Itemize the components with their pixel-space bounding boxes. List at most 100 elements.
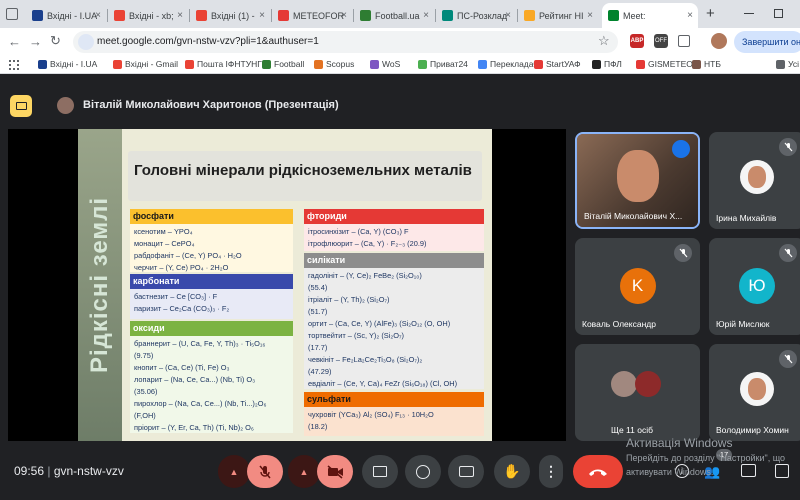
tab-search-icon[interactable] <box>6 8 18 20</box>
chevron-up-icon: ▲ <box>299 466 309 477</box>
iua-icon <box>32 10 43 21</box>
close-tab-icon[interactable]: × <box>687 10 693 21</box>
url-text[interactable]: meet.google.com/gvn-nstw-vzv?pli=1&authu… <box>97 36 319 47</box>
tab-6[interactable]: ПС-Розклад × <box>436 3 516 28</box>
camera-off-button[interactable] <box>317 455 353 488</box>
bookmark-item[interactable]: Scopus <box>314 59 354 69</box>
hand-icon: ✋ <box>503 463 521 479</box>
bookmark-item[interactable]: Football <box>262 59 304 69</box>
bookmark-item[interactable]: WoS <box>370 59 400 69</box>
camera-options-button[interactable]: ▲ <box>288 455 320 488</box>
mineral-line: чевкініт – Fe₂La₂Ce₂Ti₃O₈ (Si₂O₇)₂ <box>308 355 423 364</box>
bookmark-favicon-icon <box>185 59 194 69</box>
forward-arrow-icon[interactable]: → <box>29 34 42 49</box>
close-tab-icon[interactable]: × <box>341 10 347 21</box>
bookmark-item[interactable]: StartУАФ <box>534 59 581 69</box>
tab-label: ПС-Розклад <box>457 10 508 21</box>
mineral-section-header: карбонати <box>130 274 293 289</box>
close-tab-icon[interactable]: × <box>423 10 429 21</box>
leave-call-button[interactable] <box>573 455 623 488</box>
bookmark-star-icon[interactable]: ☆ <box>598 33 610 49</box>
close-tab-icon[interactable]: × <box>177 10 183 21</box>
bookmark-item[interactable]: НТБ <box>692 59 721 69</box>
muted-mic-icon <box>779 138 797 156</box>
tab-3[interactable]: Вхідні (1) - × <box>190 3 270 28</box>
participant-tile[interactable]: Володимир Хомин <box>709 344 800 441</box>
tab-strip: Вхідні - I.UA × Вхідні - xb; × Вхідні (1) - ×… <box>0 0 800 28</box>
tab-4[interactable]: METEOFOR × <box>272 3 352 28</box>
captions-button[interactable] <box>448 455 484 488</box>
mineral-line: (18.2) <box>308 422 328 431</box>
minimize-icon[interactable] <box>744 13 754 14</box>
participant-photo <box>740 372 774 406</box>
bookmark-item[interactable]: Усі <box>776 59 799 69</box>
extension-icon[interactable]: OFF <box>654 34 668 48</box>
chevron-up-icon: ▲ <box>229 466 239 477</box>
apps-grid-icon[interactable] <box>9 60 19 70</box>
present-button[interactable] <box>362 455 398 488</box>
more-options-button[interactable]: ⋮ <box>539 455 563 488</box>
bookmark-label: Вхідні - Gmail <box>125 59 179 69</box>
bookmark-label: Scopus <box>326 59 355 69</box>
bookmark-label: GISMETEO <box>648 59 693 69</box>
bookmark-item[interactable]: ПФЛ <box>592 59 622 69</box>
microphone-off-button[interactable] <box>247 455 283 488</box>
tab-1[interactable]: Вхідні - I.UA × <box>26 3 106 28</box>
mineral-line: монацит – CePO₄ <box>134 239 195 248</box>
raise-hand-button[interactable]: ✋ <box>494 455 530 488</box>
back-arrow-icon[interactable]: ← <box>8 34 21 49</box>
slide-title: Головні мінерали рідкісноземельних метал… <box>134 162 472 179</box>
mineral-line: (55.4) <box>308 283 328 292</box>
speaking-indicator-icon <box>672 140 690 158</box>
emoji-button[interactable] <box>405 455 441 488</box>
chat-icon[interactable] <box>741 464 756 477</box>
present-indicator-icon[interactable] <box>10 95 32 117</box>
maximize-icon[interactable] <box>774 9 783 18</box>
puzzle-extensions-icon[interactable] <box>678 35 690 47</box>
bookmark-item[interactable]: GISMETEO <box>636 59 693 69</box>
tab-2[interactable]: Вхідні - xb; × <box>108 3 188 28</box>
group-avatar <box>611 371 637 397</box>
bookmark-favicon-icon <box>692 59 701 69</box>
tab-5[interactable]: Football.ua × <box>354 3 434 28</box>
tab-8[interactable]: Meet: × <box>602 3 698 28</box>
participant-tile[interactable]: Ю Юрій Мислюк <box>709 238 800 335</box>
reload-icon[interactable]: ↻ <box>50 33 61 49</box>
finish-update-button[interactable]: Завершити оно <box>734 31 800 53</box>
site-info-icon[interactable] <box>78 34 94 50</box>
clock-time: 09:56 <box>14 464 45 478</box>
activities-icon[interactable] <box>775 464 789 478</box>
mineral-line: кнопит – (Ca, Ce) (Ti, Fe) O₃ <box>134 363 230 372</box>
close-tab-icon[interactable]: × <box>587 10 593 21</box>
muted-mic-icon <box>779 350 797 368</box>
bookmark-favicon-icon <box>113 59 122 69</box>
tab-7[interactable]: Рейтинг НІ × <box>518 3 598 28</box>
slide: Рідкісні землі Головні мінерали рідкісно… <box>78 129 492 441</box>
mineral-line: (F,OH) <box>134 411 156 420</box>
bookmark-item[interactable]: Перекладач <box>478 59 538 69</box>
participant-tile[interactable]: Ще 11 осіб <box>575 344 700 441</box>
abp-extension-icon[interactable]: ABP <box>630 34 644 48</box>
group-avatar <box>635 371 661 397</box>
captions-icon <box>458 466 474 477</box>
bookmark-item[interactable]: Вхідні - I.UA <box>38 59 97 69</box>
close-tab-icon[interactable]: × <box>259 10 265 21</box>
participant-tile[interactable]: Ірина Михайлів <box>709 132 800 229</box>
profile-avatar[interactable] <box>711 33 727 49</box>
mineral-section-header: фториди <box>304 209 484 224</box>
new-tab-button[interactable]: + <box>706 5 715 22</box>
participant-tile[interactable]: Віталій Миколайович Х... <box>575 132 700 229</box>
participant-tile[interactable]: K Коваль Олександр <box>575 238 700 335</box>
mic-options-button[interactable]: ▲ <box>218 455 250 488</box>
participant-name: Ірина Михайлів <box>716 213 777 223</box>
mineral-line: ітрофлюорит – (Ca, Y) · F₂₋₃ (20.9) <box>308 239 427 248</box>
bookmark-item[interactable]: Пошта ІФНТУНГ <box>185 59 262 69</box>
bookmark-favicon-icon <box>776 59 785 69</box>
mineral-section-header: оксиди <box>130 321 293 336</box>
bookmark-item[interactable]: Приват24 <box>418 59 468 69</box>
close-tab-icon[interactable]: × <box>95 10 101 21</box>
bookmark-item[interactable]: Вхідні - Gmail <box>113 59 178 69</box>
close-tab-icon[interactable]: × <box>505 10 511 21</box>
speaker-face <box>617 150 659 202</box>
hang-up-icon <box>589 469 607 476</box>
